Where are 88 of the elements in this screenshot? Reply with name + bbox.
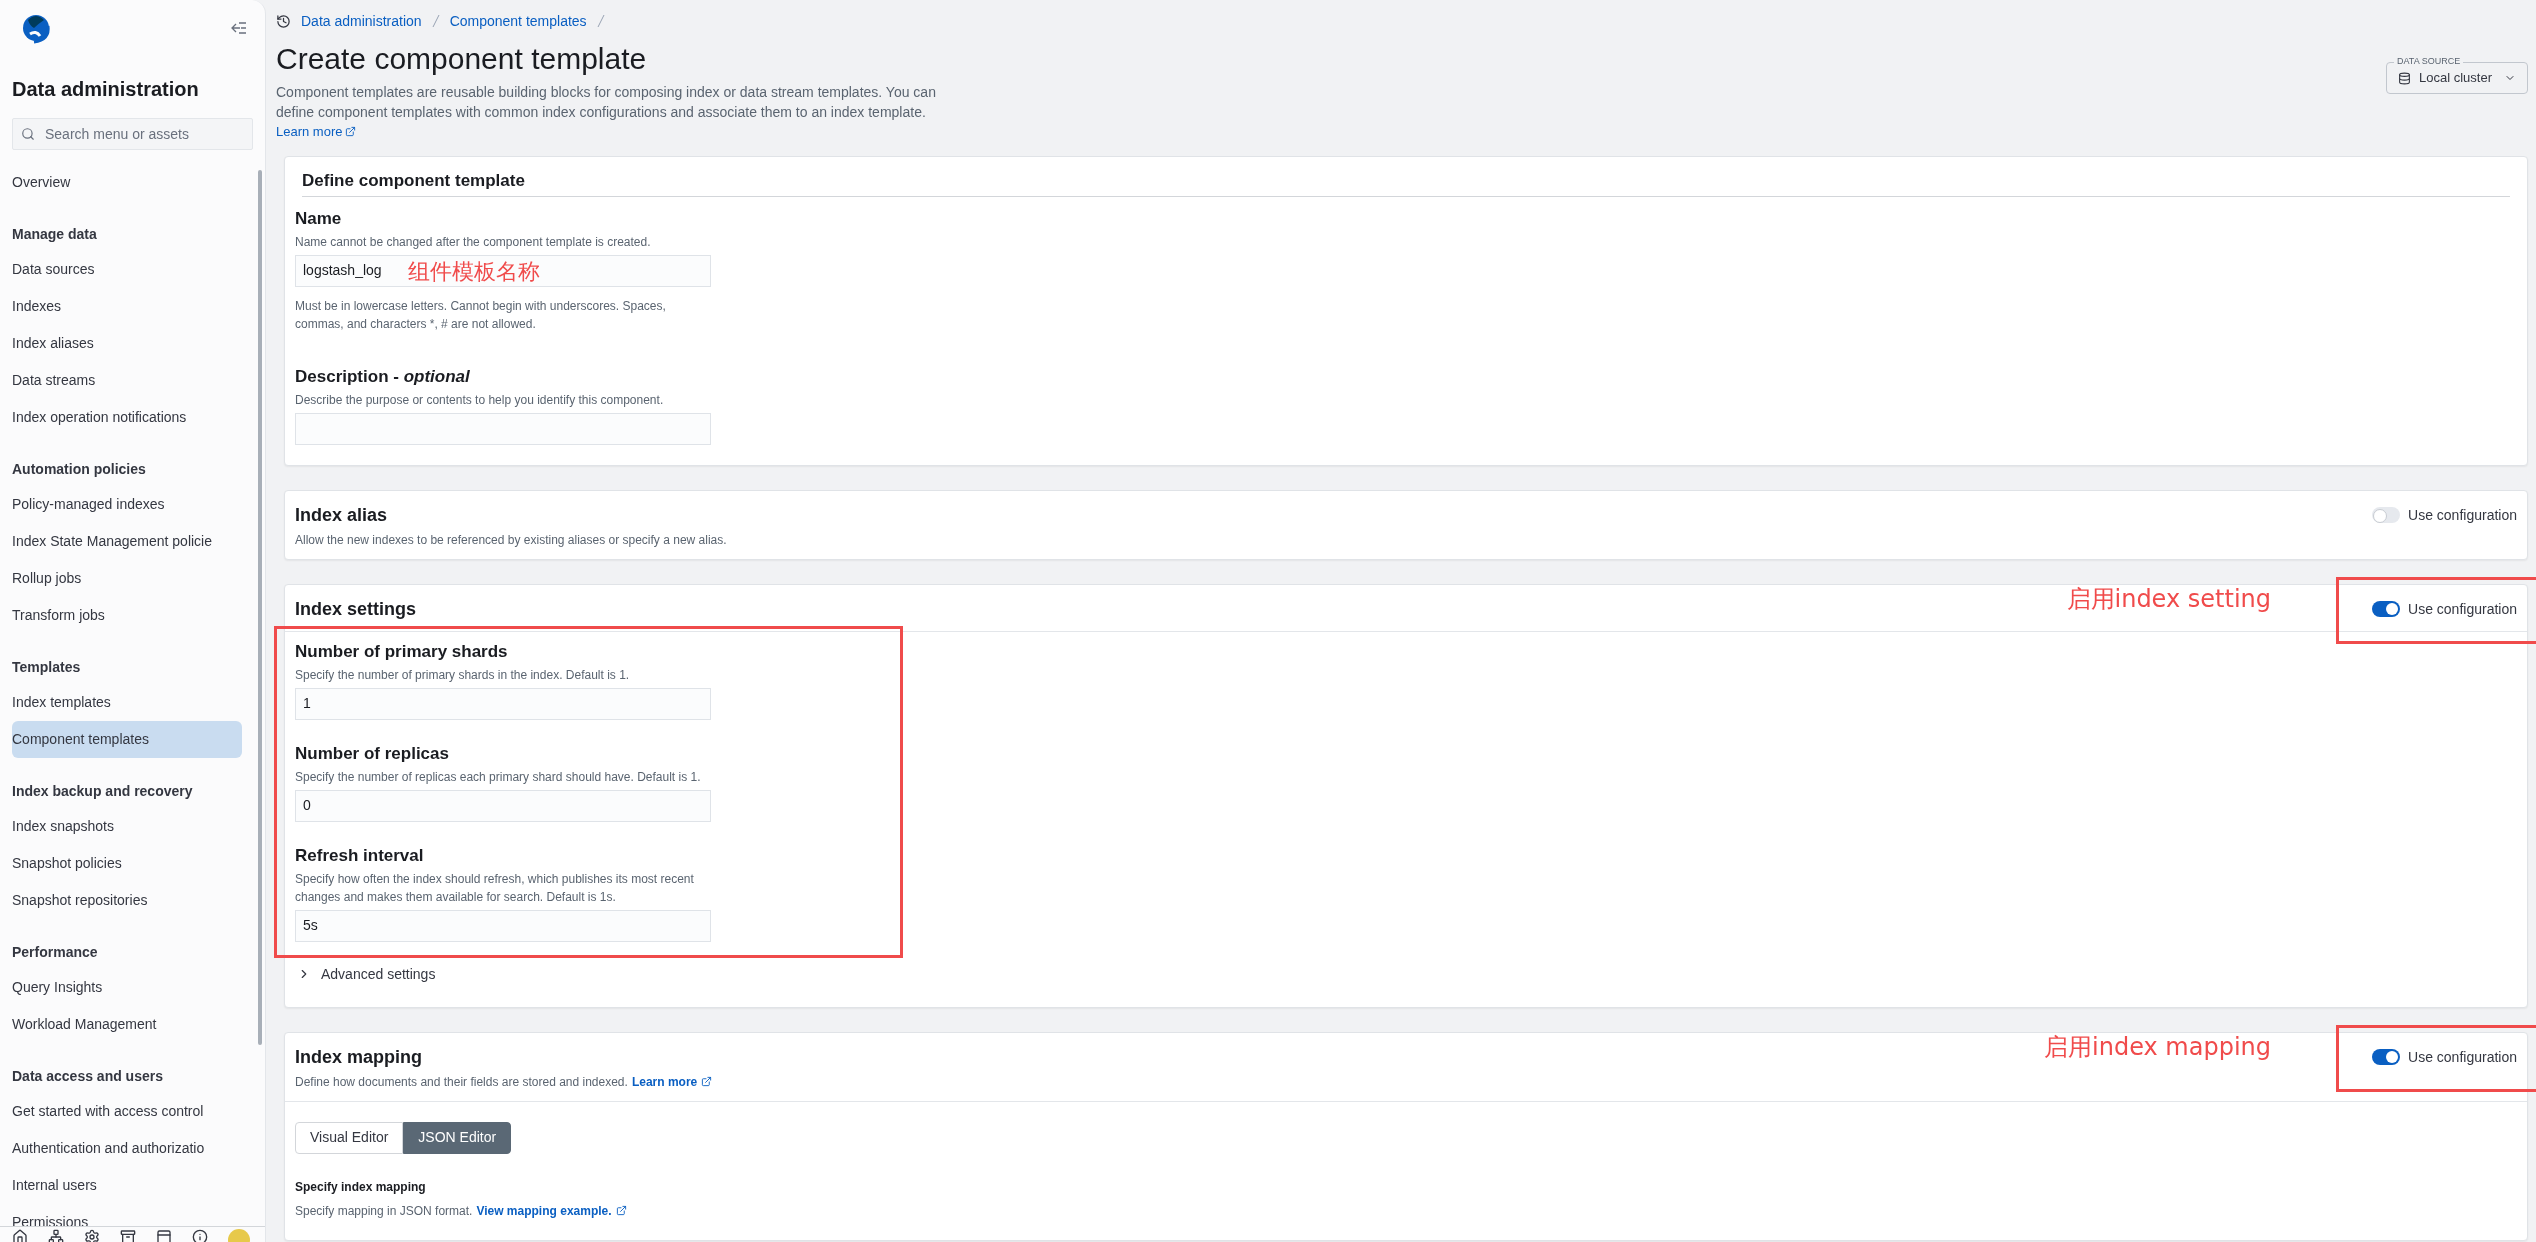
section-heading: Specify index mapping <box>295 1178 427 1196</box>
panel-title: Define component template <box>302 169 525 192</box>
page-title: Create component template <box>276 41 648 77</box>
data-source-label: DATA SOURCE <box>2394 56 2464 66</box>
toggle-switch[interactable] <box>2372 1049 2401 1065</box>
field-help: Specify how often the index should refresh, which publishes its most recent changes and makes them available for search. Default is 1s. <box>295 870 695 906</box>
field-help: Name cannot be changed after the component template is created. <box>295 233 652 251</box>
annotation-text: 启用index mapping <box>2044 1031 2271 1063</box>
sidebar-heading: Manage data <box>12 224 98 244</box>
panel-title: Index settings <box>295 597 417 621</box>
sidebar-heading: Index backup and recovery <box>12 781 194 801</box>
sidebar-item[interactable]: Data sources <box>12 251 245 288</box>
field-label: Number of primary shards <box>295 641 509 662</box>
section-text: Specify mapping in JSON format. <box>295 1202 473 1220</box>
text-field[interactable]: 0 <box>295 789 711 822</box>
advanced-settings-toggle[interactable]: Advanced settings <box>297 963 436 985</box>
search-field[interactable]: Search menu or assets <box>12 118 253 150</box>
sidebar-item[interactable]: Index operation notifications <box>12 399 245 436</box>
sidebar-item[interactable]: Indexes <box>12 288 245 325</box>
breadcrumb-link[interactable]: Data administration <box>301 10 422 32</box>
sidebar-item[interactable]: Snapshot repositories <box>12 882 245 919</box>
panel-title: Index mapping <box>295 1045 423 1069</box>
learn-more-link[interactable]: Learn more <box>276 122 343 142</box>
sidebar-item[interactable]: Policy-managed indexes <box>12 486 245 523</box>
collapse-menu-icon[interactable] <box>231 21 247 35</box>
text-field[interactable]: 5s <box>295 909 711 942</box>
panel-title: Index alias <box>295 503 389 527</box>
network-icon[interactable] <box>48 1229 64 1242</box>
home-icon[interactable] <box>12 1229 28 1242</box>
breadcrumb-link[interactable]: Component templates <box>449 10 587 32</box>
text-field[interactable]: 1 <box>295 687 711 720</box>
separator-icon <box>596 14 605 28</box>
sidebar-heading: Automation policies <box>12 459 147 479</box>
toggle-label: Use configuration <box>2408 505 2517 525</box>
sidebar-heading: Data access and users <box>12 1066 164 1086</box>
field-help: Describe the purpose or contents to help you identify this component. <box>295 391 665 409</box>
panel-description: Define how documents and their fields are stored and indexed. <box>295 1073 628 1091</box>
separator-icon <box>431 14 440 28</box>
panel-description: Allow the new indexes to be referenced by existing aliases or specify a new alias. <box>295 531 727 549</box>
sidebar-item[interactable]: Index snapshots <box>12 808 245 845</box>
field-help: Specify the number of replicas each primary shard should have. Default is 1. <box>295 768 702 786</box>
sidebar-item[interactable]: Component templates <box>12 721 242 758</box>
sidebar-heading: Templates <box>12 657 82 677</box>
field-label: Name <box>295 208 343 229</box>
external-link-icon <box>701 1076 713 1087</box>
external-link-icon <box>345 126 357 138</box>
sidebar-item[interactable]: Transform jobs <box>12 597 245 634</box>
sidebar-item[interactable]: Authentication and authorizatio <box>12 1130 245 1167</box>
panel-icon[interactable] <box>156 1229 172 1242</box>
sidebar-item[interactable]: Query Insights <box>12 969 245 1006</box>
database-icon <box>2398 71 2411 85</box>
sidebar-item[interactable]: Data streams <box>12 362 245 399</box>
search-icon <box>21 127 35 141</box>
mapping-example-link[interactable]: View mapping example. <box>476 1201 612 1220</box>
annotation-text: 启用index setting <box>2066 583 2271 615</box>
page-description: Component templates are reusable building blocks for composing index or data stream templates. You can define component templates with common index configurations and associate them to an index template. <box>276 83 937 122</box>
sidebar-item[interactable]: Get started with access control <box>12 1093 245 1130</box>
toggle-label: Use configuration <box>2408 1047 2517 1067</box>
toggle-switch[interactable] <box>2372 601 2401 617</box>
sidebar-item[interactable]: Internal users <box>12 1167 245 1204</box>
scrollbar[interactable] <box>258 170 262 1045</box>
toggle-switch[interactable] <box>2372 507 2401 523</box>
editor-tab[interactable]: JSON Editor <box>403 1121 512 1154</box>
sidebar-item[interactable]: Overview <box>12 164 245 201</box>
sidebar-item[interactable]: Workload Management <box>12 1006 245 1043</box>
field-label: Number of replicas <box>295 743 450 764</box>
toggle-label: Use configuration <box>2408 599 2517 619</box>
annotation-text: 组件模板名称 <box>408 257 540 286</box>
history-icon[interactable] <box>276 13 291 29</box>
field-label: Refresh interval <box>295 845 425 866</box>
sidebar-heading: Performance <box>12 942 99 962</box>
archive-icon[interactable] <box>120 1229 136 1242</box>
info-icon[interactable] <box>192 1229 208 1242</box>
settings-icon[interactable] <box>84 1229 100 1242</box>
text-field[interactable] <box>295 412 711 445</box>
external-link-icon <box>615 1205 627 1216</box>
sidebar-item[interactable]: Rollup jobs <box>12 560 245 597</box>
learn-more-link[interactable]: Learn more <box>631 1072 698 1091</box>
field-help: Specify the number of primary shards in the index. Default is 1. <box>295 666 631 684</box>
sidebar-item[interactable]: Index aliases <box>12 325 245 362</box>
sidebar-item[interactable]: Index State Management policie <box>12 523 245 560</box>
sidebar-item[interactable]: Snapshot policies <box>12 845 245 882</box>
sidebar-item[interactable]: Index templates <box>12 684 245 721</box>
sidebar-title: Data administration <box>11 77 200 102</box>
field-hint: Must be in lowercase letters. Cannot begin with underscores. Spaces, commas, and characters *, # are not allowed. <box>295 297 667 333</box>
field-label: Description - optional <box>295 366 471 387</box>
text-field[interactable]: logstash_log 组件模板名称 <box>295 254 711 287</box>
editor-tab[interactable]: Visual Editor <box>295 1121 404 1154</box>
